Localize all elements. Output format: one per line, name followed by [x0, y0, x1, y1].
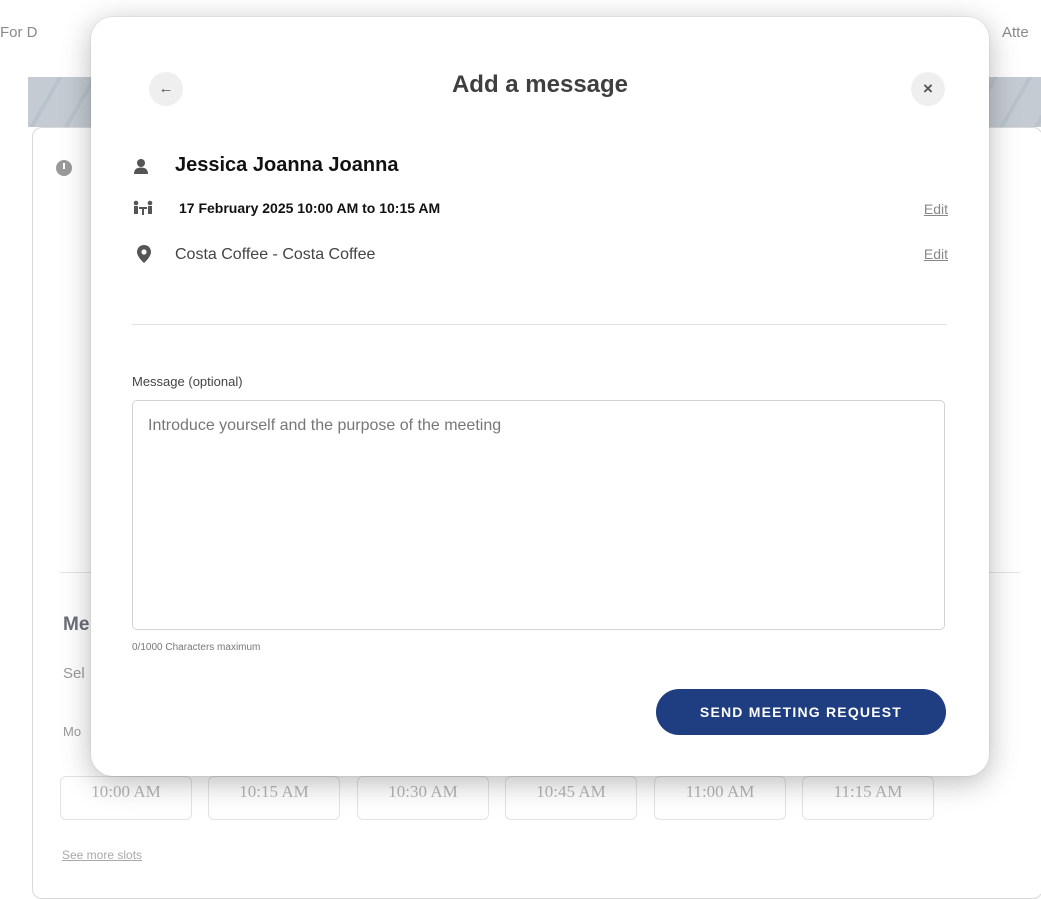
background-tab-right[interactable]: Atte	[1002, 24, 1029, 41]
meeting-datetime: 17 February 2025 10:00 AM to 10:15 AM	[179, 200, 441, 216]
close-icon: ×	[923, 79, 933, 98]
background-tab-left[interactable]: For D	[0, 24, 38, 41]
meeting-icon	[133, 200, 153, 219]
close-button[interactable]: ×	[911, 72, 945, 106]
add-message-modal: ← Add a message × Jessica Joanna Joanna …	[91, 17, 989, 776]
time-slot[interactable]: 11:00 AM	[654, 776, 786, 820]
edit-datetime-link[interactable]: Edit	[924, 201, 948, 217]
see-more-slots-link[interactable]: See more slots	[62, 848, 142, 862]
send-meeting-request-button[interactable]: SEND MEETING REQUEST	[656, 689, 946, 735]
background-section-subtext: Sel	[63, 665, 85, 682]
time-slot[interactable]: 10:00 AM	[60, 776, 192, 820]
attendee-name: Jessica Joanna Joanna	[175, 154, 399, 176]
location-pin-icon	[137, 245, 151, 268]
character-counter: 0/1000 Characters maximum	[132, 642, 261, 653]
background-day-label: Mo	[63, 724, 82, 739]
clock-icon	[56, 160, 72, 176]
meeting-location: Costa Coffee - Costa Coffee	[175, 246, 376, 263]
background-section-heading: Me	[63, 614, 90, 635]
edit-location-link[interactable]: Edit	[924, 246, 948, 262]
time-slot[interactable]: 10:15 AM	[208, 776, 340, 820]
message-label: Message (optional)	[132, 374, 243, 389]
time-slot[interactable]: 10:45 AM	[505, 776, 637, 820]
message-textarea[interactable]	[132, 400, 945, 630]
divider	[132, 324, 947, 325]
time-slot[interactable]: 10:30 AM	[357, 776, 489, 820]
person-icon	[133, 158, 149, 180]
time-slot[interactable]: 11:15 AM	[802, 776, 934, 820]
modal-title: Add a message	[451, 71, 629, 98]
